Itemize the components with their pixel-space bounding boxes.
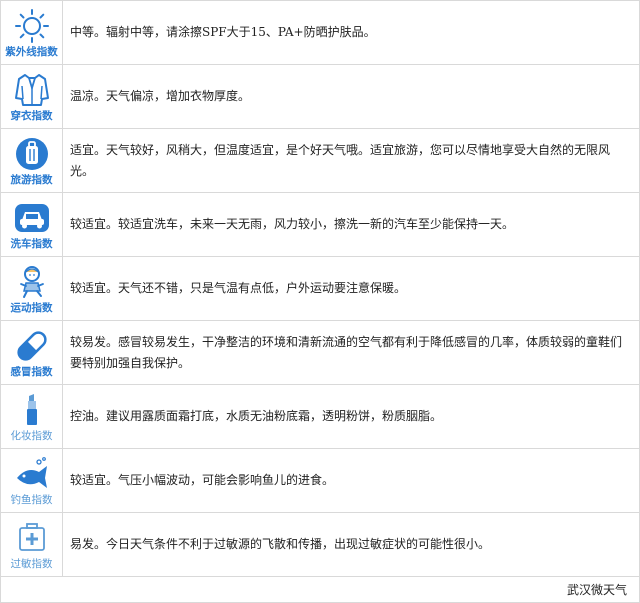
index-description: 易发。今日天气条件不利于过敏源的飞散和传播，出现过敏症状的可能性很小。 bbox=[70, 537, 491, 551]
sun-icon bbox=[14, 8, 49, 43]
index-label: 感冒指数 bbox=[10, 365, 53, 378]
index-icon-cell: 钓鱼指数 bbox=[1, 449, 63, 512]
index-label: 化妆指数 bbox=[10, 429, 53, 442]
index-description: 适宜。天气较好，风稍大，但温度适宜，是个好天气哦。适宜旅游，您可以尽情地享受大自… bbox=[70, 142, 611, 178]
index-label: 紫外线指数 bbox=[5, 45, 58, 58]
source-credit: 武汉微天气 bbox=[566, 583, 627, 597]
index-description: 较易发。感冒较易发生，干净整洁的环境和清新流通的空气都有利于降低感冒的几率，体质… bbox=[70, 334, 623, 370]
index-icon-cell: 紫外线指数 bbox=[1, 1, 63, 64]
index-row-travel: 旅游指数 适宜。天气较好，风稍大，但温度适宜，是个好天气哦。适宜旅游，您可以尽情… bbox=[1, 129, 640, 193]
first-aid-kit-icon bbox=[18, 522, 45, 551]
life-index-table: 紫外线指数 中等。辐射中等，请涂擦SPF大于15、PA+防晒护肤品。 穿衣指数 … bbox=[0, 0, 640, 577]
index-label: 洗车指数 bbox=[10, 237, 53, 250]
index-icon-cell: 运动指数 bbox=[1, 257, 63, 320]
fish-icon bbox=[16, 456, 47, 488]
index-description: 温凉。天气偏凉，增加衣物厚度。 bbox=[70, 89, 251, 103]
index-row-fishing: 钓鱼指数 较适宜。气压小幅波动，可能会影响鱼儿的进食。 bbox=[1, 449, 640, 513]
runner-icon bbox=[19, 265, 44, 298]
index-label: 运动指数 bbox=[10, 301, 53, 314]
index-row-sport: 运动指数 较适宜。天气还不错，只是气温有点低，户外运动要注意保暖。 bbox=[1, 257, 640, 321]
pill-icon bbox=[16, 330, 47, 361]
index-icon-cell: 过敏指数 bbox=[1, 513, 63, 576]
index-label: 过敏指数 bbox=[10, 557, 53, 570]
index-label: 穿衣指数 bbox=[10, 109, 53, 122]
luggage-icon bbox=[15, 137, 48, 170]
index-icon-cell: 化妆指数 bbox=[1, 385, 63, 448]
coat-icon bbox=[14, 73, 49, 106]
index-row-cold: 感冒指数 较易发。感冒较易发生，干净整洁的环境和清新流通的空气都有利于降低感冒的… bbox=[1, 321, 640, 385]
index-icon-cell: 感冒指数 bbox=[1, 321, 63, 384]
lipstick-icon bbox=[26, 393, 37, 425]
index-icon-cell: 穿衣指数 bbox=[1, 65, 63, 128]
index-row-allergy: 过敏指数 易发。今日天气条件不利于过敏源的飞散和传播，出现过敏症状的可能性很小。 bbox=[1, 513, 640, 577]
car-icon bbox=[14, 203, 49, 232]
index-row-clothing: 穿衣指数 温凉。天气偏凉，增加衣物厚度。 bbox=[1, 65, 640, 129]
index-description: 中等。辐射中等，请涂擦SPF大于15、PA+防晒护肤品。 bbox=[70, 25, 376, 39]
index-description: 控油。建议用露质面霜打底，水质无油粉底霜，透明粉饼，粉质胭脂。 bbox=[70, 409, 443, 423]
index-label: 钓鱼指数 bbox=[10, 493, 53, 506]
index-label: 旅游指数 bbox=[10, 173, 53, 186]
index-icon-cell: 洗车指数 bbox=[1, 193, 63, 256]
index-row-uv: 紫外线指数 中等。辐射中等，请涂擦SPF大于15、PA+防晒护肤品。 bbox=[1, 1, 640, 65]
index-description: 较适宜。气压小幅波动，可能会影响鱼儿的进食。 bbox=[70, 473, 335, 487]
index-description: 较适宜。较适宜洗车，未来一天无雨，风力较小，擦洗一新的汽车至少能保持一天。 bbox=[70, 217, 515, 231]
index-row-carwash: 洗车指数 较适宜。较适宜洗车，未来一天无雨，风力较小，擦洗一新的汽车至少能保持一… bbox=[1, 193, 640, 257]
index-row-makeup: 化妆指数 控油。建议用露质面霜打底，水质无油粉底霜，透明粉饼，粉质胭脂。 bbox=[1, 385, 640, 449]
index-icon-cell: 旅游指数 bbox=[1, 129, 63, 192]
index-description: 较适宜。天气还不错，只是气温有点低，户外运动要注意保暖。 bbox=[70, 281, 407, 295]
source-footer: 武汉微天气 bbox=[0, 577, 640, 603]
